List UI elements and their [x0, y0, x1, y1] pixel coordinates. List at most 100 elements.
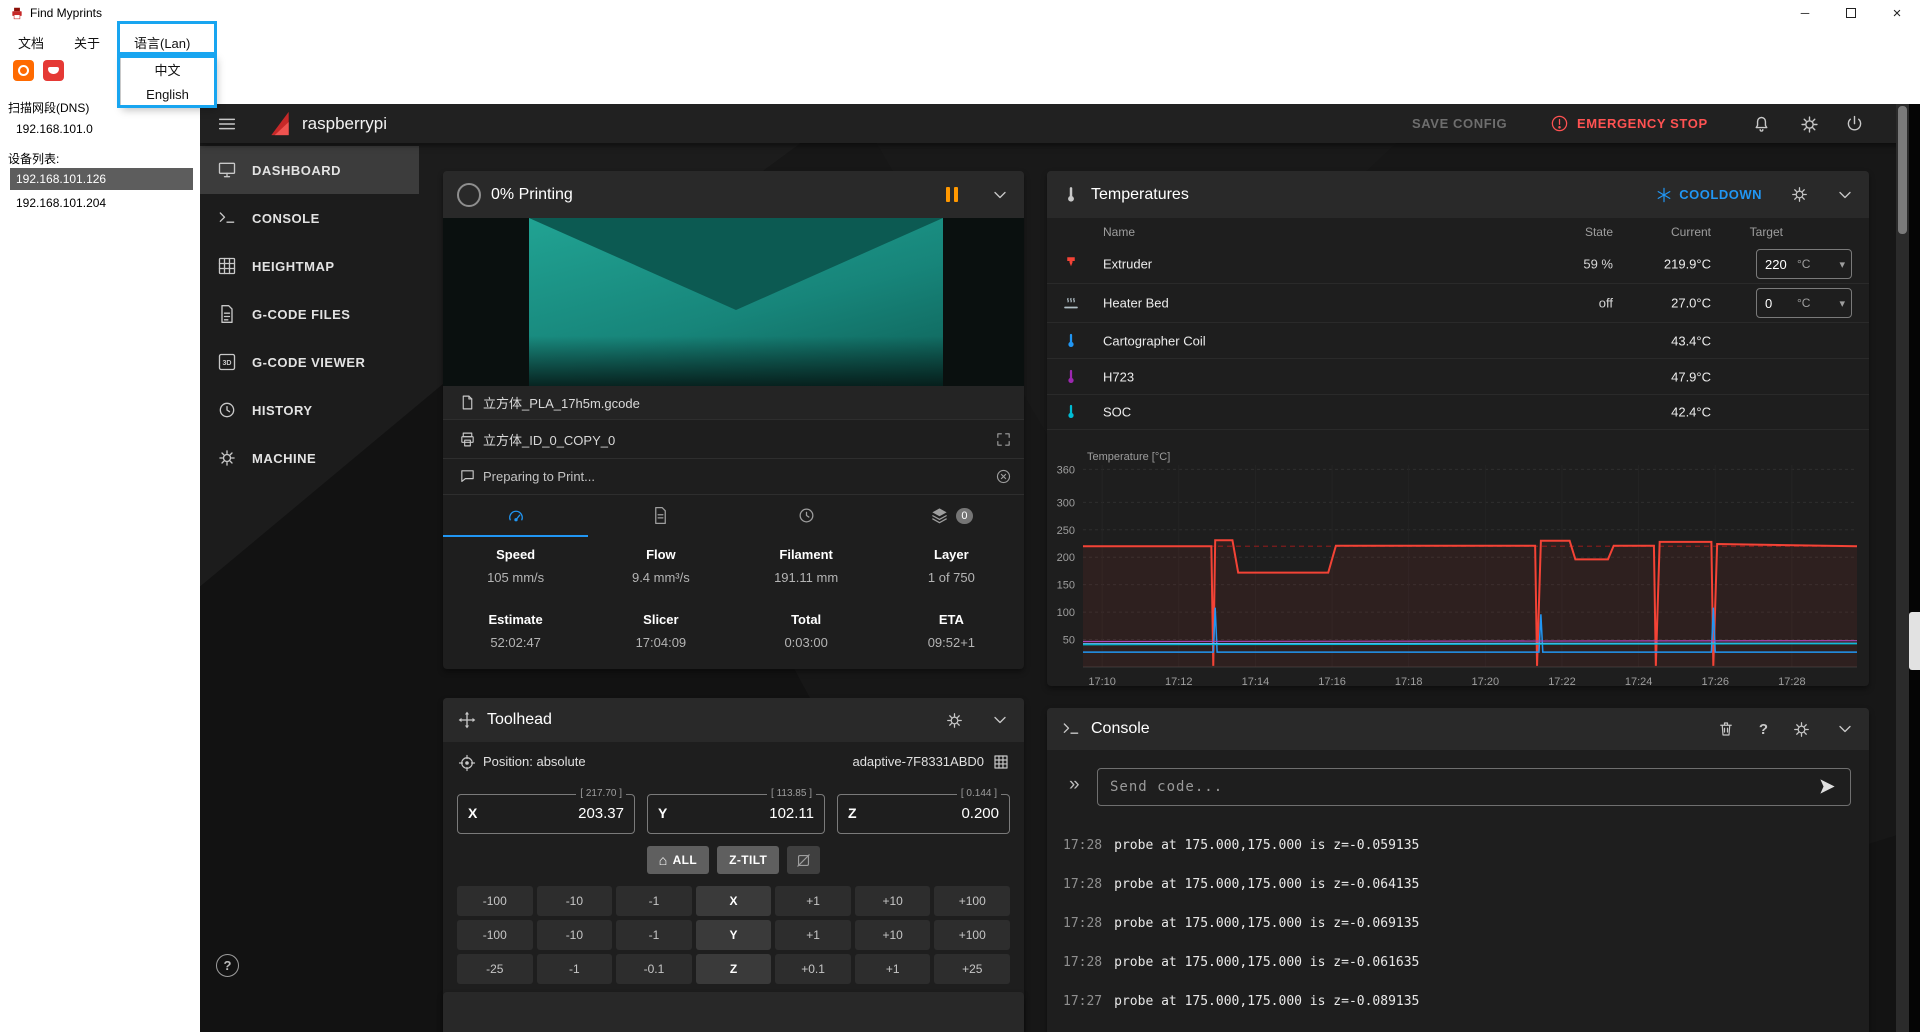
stat-layer: Layer1 of 750: [879, 536, 1024, 601]
move-y-button[interactable]: -100: [457, 920, 533, 950]
move-z-button[interactable]: +25: [934, 954, 1010, 984]
mesh-name-label: adaptive-7F8331ABD0: [852, 754, 984, 769]
move-x-button[interactable]: +100: [934, 886, 1010, 916]
stat-slicer: Slicer17:04:09: [588, 601, 733, 669]
move-y-button[interactable]: +10: [855, 920, 931, 950]
console-collapse-chevron[interactable]: [1835, 719, 1855, 739]
orange-app-icon[interactable]: [13, 60, 34, 81]
move-y-button[interactable]: +100: [934, 920, 1010, 950]
move-y-button[interactable]: +1: [775, 920, 851, 950]
sidebar-item-heightmap[interactable]: HEIGHTMAP: [200, 242, 419, 290]
scrollbar-track[interactable]: [1896, 104, 1909, 1032]
sidebar-item-gcode-viewer[interactable]: 3D G-CODE VIEWER: [200, 338, 419, 386]
x-position-input[interactable]: [ 217.70 ] X 203.37: [457, 794, 635, 834]
help-button[interactable]: ?: [216, 954, 239, 977]
position-crosshair-icon: [457, 753, 477, 773]
svg-text:3D: 3D: [222, 359, 231, 367]
dropdown-caret-icon[interactable]: ▾: [1839, 258, 1845, 271]
menu-item-chinese[interactable]: 中文: [121, 57, 214, 82]
menu-item-english[interactable]: English: [121, 82, 214, 107]
move-x-button[interactable]: -100: [457, 886, 533, 916]
motors-off-button[interactable]: [787, 846, 820, 874]
console-command-input[interactable]: [1097, 768, 1851, 806]
clear-message-button[interactable]: [995, 468, 1012, 485]
col-current: Current: [1671, 225, 1711, 239]
printer-icon: [457, 429, 477, 449]
close-button[interactable]: ×: [1874, 0, 1920, 26]
menu-file[interactable]: 文档: [12, 30, 50, 55]
heater-bed-target-input[interactable]: °C▾: [1756, 288, 1852, 318]
warning-icon: [1550, 114, 1569, 133]
save-config-button[interactable]: SAVE CONFIG: [1412, 104, 1507, 143]
temperatures-settings-button[interactable]: [1790, 185, 1809, 204]
col-name: Name: [1103, 225, 1135, 239]
emergency-stop-button[interactable]: EMERGENCY STOP: [1550, 104, 1708, 143]
move-x-button[interactable]: +1: [775, 886, 851, 916]
pause-button[interactable]: [946, 187, 958, 202]
sidebar-item-gcode-files[interactable]: G-CODE FILES: [200, 290, 419, 338]
power-icon: [1844, 114, 1865, 135]
toolhead-collapse-chevron[interactable]: [990, 710, 1010, 730]
move-y-button[interactable]: -10: [537, 920, 613, 950]
stat-total: Total0:03:00: [734, 601, 879, 669]
console-help-button[interactable]: ?: [1759, 721, 1768, 738]
move-y-button[interactable]: -1: [616, 920, 692, 950]
cooldown-button[interactable]: COOLDOWN: [1656, 187, 1762, 203]
tab-files[interactable]: [588, 495, 733, 536]
send-command-button[interactable]: [1818, 777, 1837, 801]
scan-subnet-value: 192.168.101.0: [16, 122, 93, 136]
menu-about[interactable]: 关于: [68, 30, 106, 55]
expand-console-button[interactable]: »: [1069, 774, 1080, 796]
device-item[interactable]: 192.168.101.204: [10, 192, 193, 214]
heater-bed-target-value[interactable]: [1757, 296, 1797, 311]
move-z-button[interactable]: +1: [855, 954, 931, 984]
collapse-chevron[interactable]: [990, 185, 1010, 205]
device-item-selected[interactable]: 192.168.101.126: [10, 168, 193, 190]
z-axis-letter: Z: [848, 805, 857, 821]
home-all-button[interactable]: ⌂ALL: [647, 846, 709, 874]
console-settings-button[interactable]: [1792, 720, 1811, 739]
sidebar-item-machine[interactable]: MACHINE: [200, 434, 419, 482]
tab-layers[interactable]: 0: [879, 495, 1024, 536]
dropdown-caret-icon[interactable]: ▾: [1839, 297, 1845, 310]
print-tabs: 0: [443, 494, 1024, 536]
move-row-y: -100 -10 -1 Y +1 +10 +100: [457, 920, 1010, 950]
toolhead-settings-button[interactable]: [945, 711, 964, 730]
settings-button[interactable]: [1796, 111, 1822, 137]
side-tab[interactable]: [1909, 612, 1920, 670]
notifications-button[interactable]: [1748, 111, 1774, 137]
move-x-button[interactable]: +10: [855, 886, 931, 916]
app-icon: [10, 6, 24, 20]
move-z-button[interactable]: -0.1: [616, 954, 692, 984]
z-position-input[interactable]: [ 0.144 ] Z 0.200: [837, 794, 1010, 834]
maximize-button[interactable]: [1828, 0, 1874, 26]
move-row-x: -100 -10 -1 X +1 +10 +100: [457, 886, 1010, 916]
temperatures-collapse-chevron[interactable]: [1835, 185, 1855, 205]
sidebar-item-console[interactable]: CONSOLE: [200, 194, 419, 242]
col-target: Target: [1750, 225, 1783, 239]
sidebar-item-history[interactable]: HISTORY: [200, 386, 419, 434]
extruder-target-input[interactable]: °C▾: [1756, 249, 1852, 279]
move-z-button[interactable]: -1: [537, 954, 613, 984]
z-tilt-button[interactable]: Z-TILT: [717, 846, 779, 874]
tab-speed[interactable]: [443, 495, 588, 536]
red-app-icon[interactable]: [43, 60, 64, 81]
tab-history[interactable]: [734, 495, 879, 536]
move-x-button[interactable]: -1: [616, 886, 692, 916]
exclude-object-button[interactable]: [995, 431, 1012, 448]
home-icon: ⌂: [659, 852, 668, 868]
x-limit-label: [ 217.70 ]: [576, 788, 626, 799]
move-z-button[interactable]: +0.1: [775, 954, 851, 984]
hamburger-menu-button[interactable]: [214, 111, 240, 137]
file-tab-icon: [651, 506, 670, 525]
menu-language[interactable]: 语言(Lan): [128, 30, 196, 55]
power-button[interactable]: [1841, 111, 1867, 137]
y-position-input[interactable]: [ 113.85 ] Y 102.11: [647, 794, 825, 834]
move-x-button[interactable]: -10: [537, 886, 613, 916]
sidebar-item-dashboard[interactable]: DASHBOARD: [200, 146, 419, 194]
scrollbar-thumb[interactable]: [1898, 106, 1907, 234]
extruder-target-value[interactable]: [1757, 257, 1797, 272]
minimize-button[interactable]: ─: [1782, 0, 1828, 26]
console-clear-button[interactable]: [1717, 720, 1735, 738]
move-z-button[interactable]: -25: [457, 954, 533, 984]
